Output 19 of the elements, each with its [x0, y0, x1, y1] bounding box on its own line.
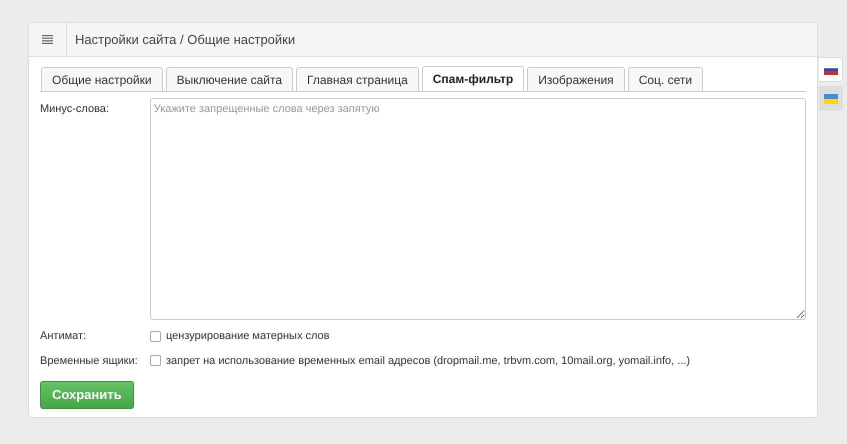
stop-words-field[interactable]: Укажите запрещенные слова через запятую [150, 98, 806, 320]
field-label: Антимат: [40, 329, 88, 344]
tab[interactable]: Выключение сайта [166, 67, 294, 91]
tab[interactable]: Общие настройки [41, 67, 163, 91]
flag-icon [824, 94, 838, 104]
tab[interactable]: Соц. сети [628, 67, 704, 91]
checkbox[interactable] [150, 330, 161, 342]
menu-icon[interactable] [42, 35, 53, 44]
field-label: Минус-слова: [40, 102, 110, 117]
checkbox[interactable] [150, 355, 161, 366]
tab[interactable]: Главная страница [296, 67, 419, 91]
language-tab[interactable] [819, 57, 843, 82]
checkbox-label: цензурирование матерных слов [166, 329, 330, 344]
panel-title: Настройки сайта / Общие настройки [74, 30, 296, 49]
checkbox-label: запрет на использование временных email адресов (dropmail.me, trbvm.com, 10mail.org, yomail.info, ...) [166, 354, 690, 368]
flag-icon [824, 64, 838, 74]
tab[interactable]: Изображения [527, 67, 625, 91]
tab[interactable]: Спам-фильтр [422, 66, 524, 91]
field-label: Временные ящики: [40, 354, 139, 368]
